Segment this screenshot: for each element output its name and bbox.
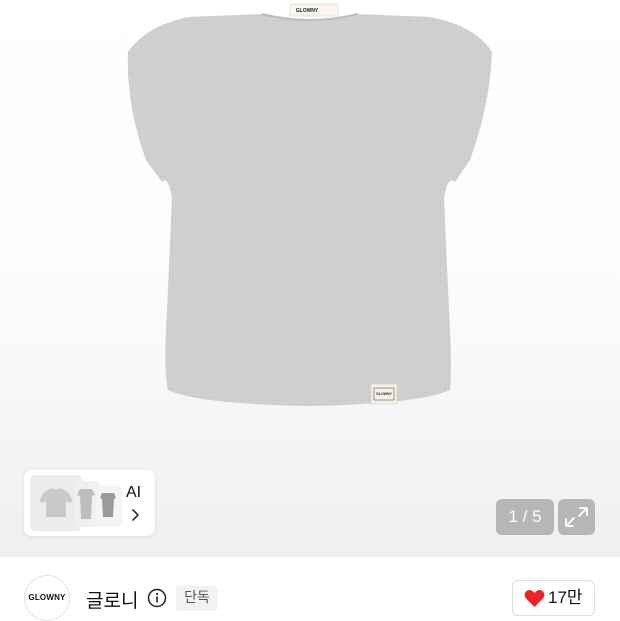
ai-label: AI: [126, 484, 142, 501]
expand-button[interactable]: [558, 499, 595, 535]
svg-text:GLOWNY: GLOWNY: [376, 392, 392, 396]
tshirt-body: [127, 14, 493, 406]
info-icon[interactable]: [147, 588, 167, 608]
neck-label-text: GLOWNY: [296, 8, 319, 14]
like-count: 17만: [548, 588, 583, 607]
like-button[interactable]: 17만: [512, 580, 595, 616]
ai-thumbnails: [30, 475, 122, 531]
heart-icon: [524, 590, 545, 607]
brand-logo-text: GLOWNY: [28, 593, 66, 602]
brand-logo[interactable]: GLOWNY: [24, 575, 70, 621]
chevron-right-icon: [132, 509, 139, 521]
exclusive-badge: 단독: [176, 586, 218, 611]
expand-icon: [565, 507, 588, 527]
image-counter: 1 / 5: [496, 499, 554, 535]
brand-name[interactable]: 글로니: [86, 586, 138, 613]
ai-recommend-card[interactable]: AI: [24, 470, 155, 536]
